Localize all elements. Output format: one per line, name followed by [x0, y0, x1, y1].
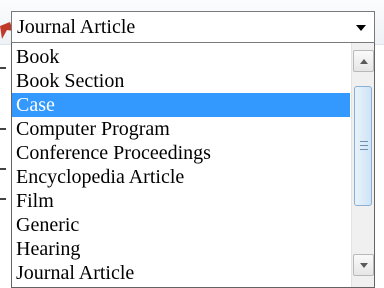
- list-item[interactable]: Conference Proceedings: [12, 141, 350, 165]
- background-mark: [0, 198, 6, 200]
- list-item[interactable]: Hearing: [12, 237, 350, 261]
- reference-type-list[interactable]: Book Book Section Case Computer Program …: [11, 43, 375, 288]
- arrow-up-icon[interactable]: [353, 50, 374, 72]
- list-item[interactable]: Book: [12, 45, 350, 69]
- background-mark: [0, 128, 6, 130]
- list-item[interactable]: Computer Program: [12, 117, 350, 141]
- scrollbar-thumb[interactable]: [354, 86, 372, 206]
- background-mark: [0, 67, 6, 69]
- arrow-down-icon[interactable]: [353, 254, 374, 276]
- list-item[interactable]: Film: [12, 189, 350, 213]
- list-item[interactable]: Generic: [12, 213, 350, 237]
- background-mark: [0, 168, 6, 170]
- list-item[interactable]: Encyclopedia Article: [12, 165, 350, 189]
- list-item[interactable]: Journal Article: [12, 261, 350, 285]
- list-item-selected[interactable]: Case: [12, 93, 350, 117]
- select-value: Journal Article: [17, 16, 136, 38]
- reference-type-select[interactable]: Journal Article: [11, 11, 375, 43]
- vertical-scrollbar[interactable]: [351, 43, 374, 287]
- list-item[interactable]: Book Section: [12, 69, 350, 93]
- chevron-down-icon[interactable]: [356, 25, 366, 31]
